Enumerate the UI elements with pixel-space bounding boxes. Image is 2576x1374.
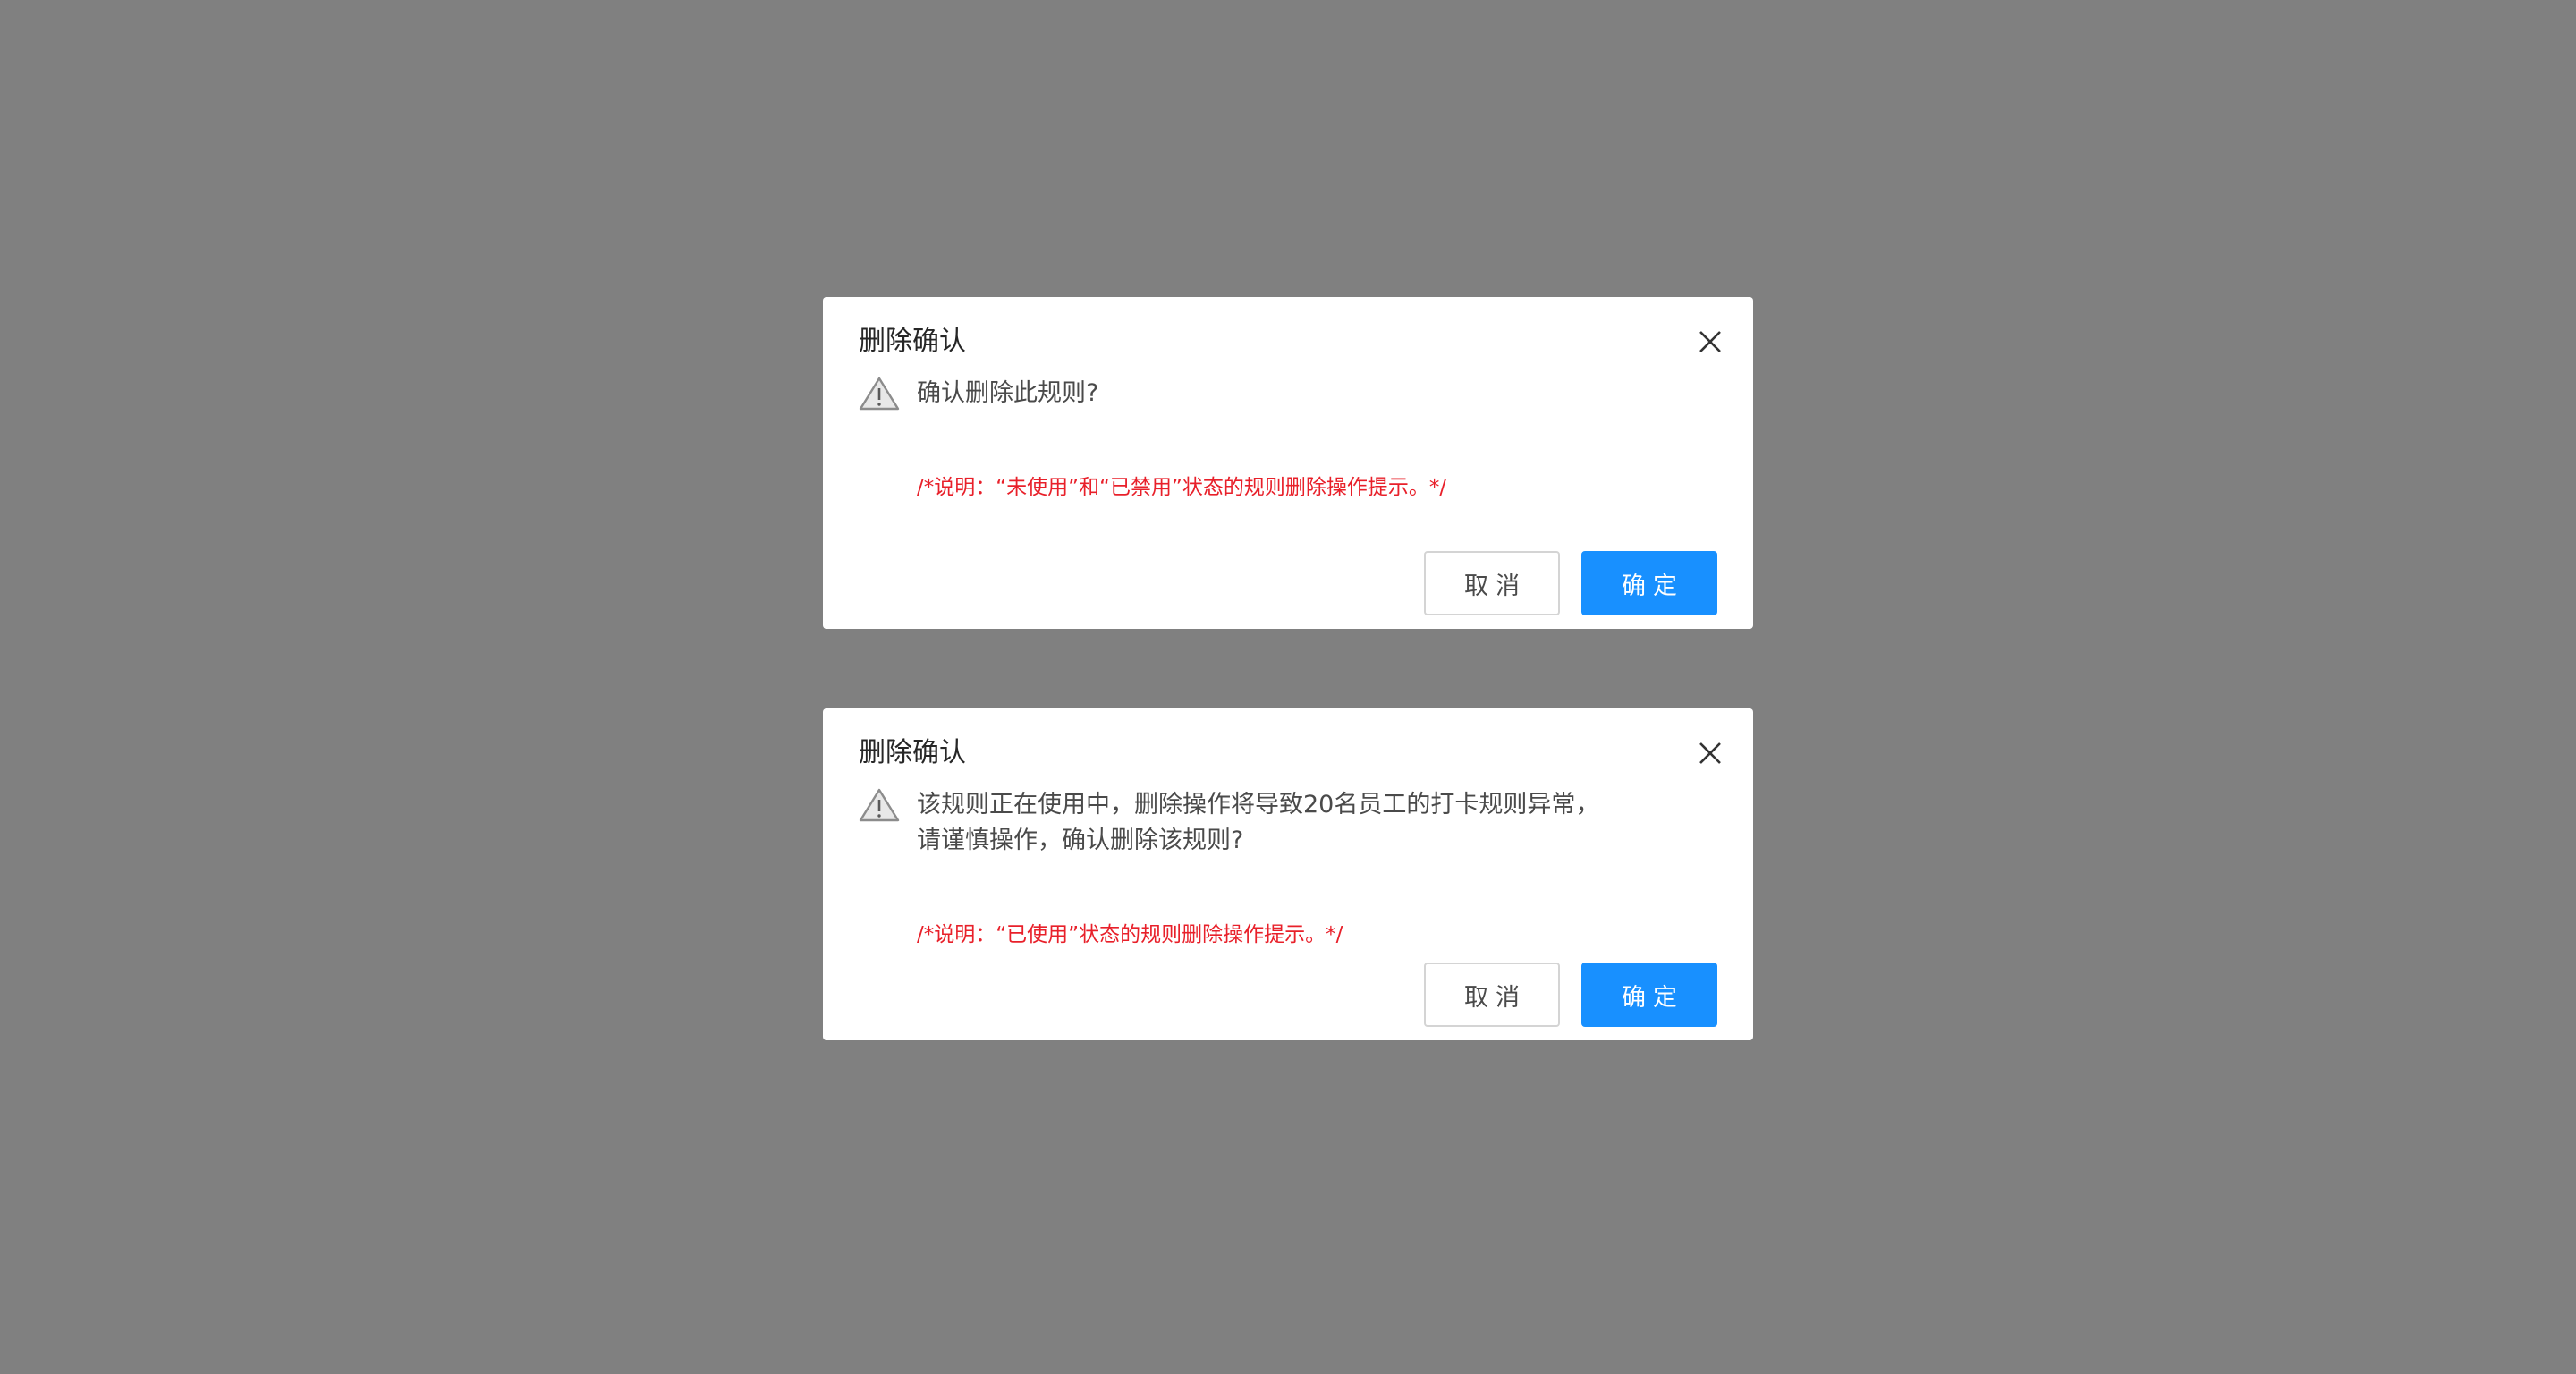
dialog-note: /*说明：“未使用”和“已禁用”状态的规则删除操作提示。*/	[917, 476, 1447, 499]
warning-triangle-icon	[859, 376, 900, 411]
dialog-message: 确认删除此规则?	[917, 379, 1099, 407]
confirm-button[interactable]: 确定	[1581, 963, 1717, 1027]
confirm-button[interactable]: 确定	[1581, 551, 1717, 615]
dialog-message-line-1: 该规则正在使用中，删除操作将导致20名员工的打卡规则异常，	[917, 791, 1600, 818]
warning-triangle-icon	[859, 787, 900, 823]
delete-confirm-dialog-unused: 删除确认 确认删除此规则? /*说明：“未使用”和“已禁用”状态的规则删除操作提…	[823, 297, 1753, 629]
dialog-title: 删除确认	[859, 737, 966, 768]
dialog-title: 删除确认	[859, 326, 966, 357]
cancel-button[interactable]: 取消	[1424, 963, 1560, 1027]
dialog-message-line-2: 请谨慎操作，确认删除该规则?	[917, 827, 1244, 854]
close-icon[interactable]	[1694, 326, 1726, 358]
cancel-button[interactable]: 取消	[1424, 551, 1560, 615]
delete-confirm-dialog-in-use: 删除确认 该规则正在使用中，删除操作将导致20名员工的打卡规则异常， 请谨慎操作…	[823, 708, 1753, 1040]
close-icon[interactable]	[1694, 737, 1726, 769]
dialog-note: /*说明：“已使用”状态的规则删除操作提示。*/	[917, 923, 1343, 946]
